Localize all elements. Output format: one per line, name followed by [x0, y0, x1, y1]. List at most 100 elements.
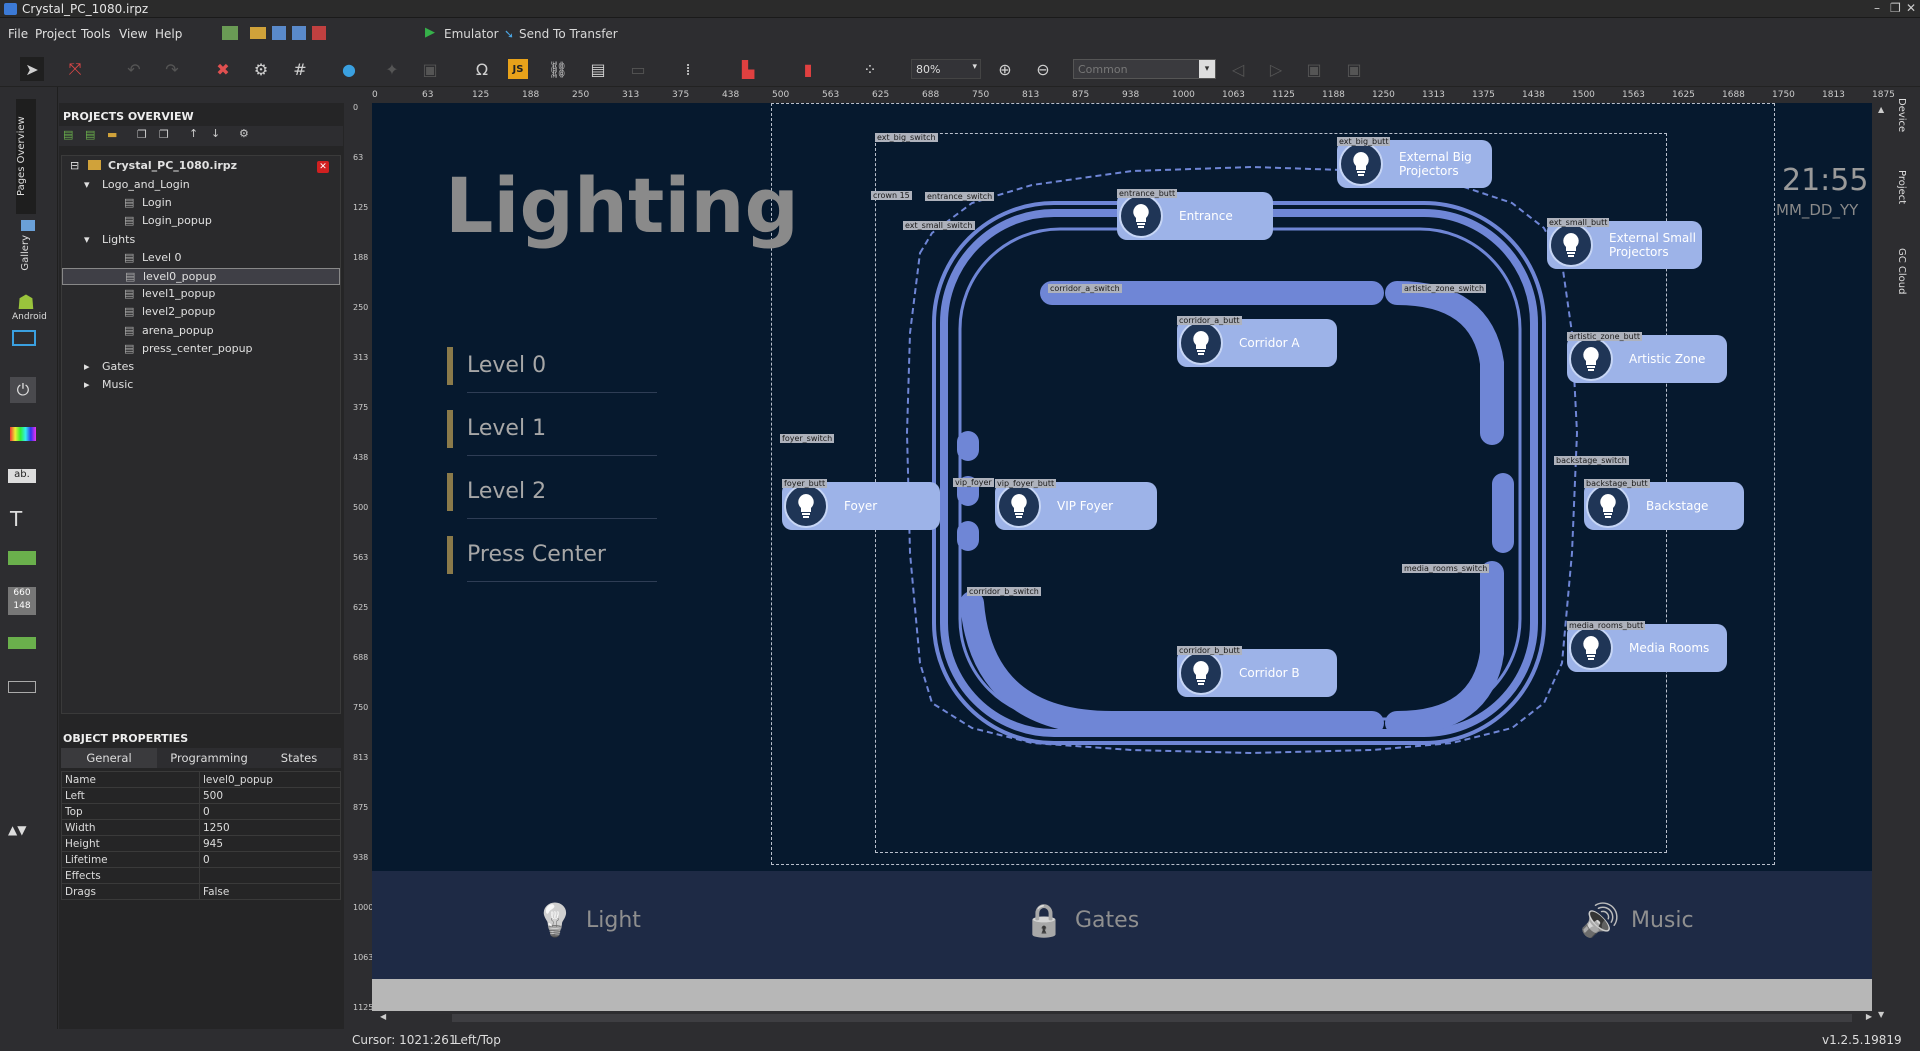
- group-icon[interactable]: ▣: [1302, 57, 1326, 81]
- light-button[interactable]: Corridor B: [1177, 649, 1337, 697]
- level-item[interactable]: Level 0: [467, 353, 546, 378]
- power-icon[interactable]: ⏻: [10, 377, 36, 403]
- tree-item[interactable]: ▤ Login_popup: [62, 213, 340, 230]
- arrows-icon[interactable]: ▲▼: [8, 823, 26, 837]
- copy-icon[interactable]: ❐: [137, 128, 147, 141]
- zoom-in-icon[interactable]: ⊕: [993, 57, 1017, 81]
- component-icon[interactable]: ✦: [380, 57, 404, 81]
- tree-item[interactable]: ▤ level2_popup: [62, 304, 340, 321]
- tab-gallery[interactable]: Gallery: [20, 235, 31, 271]
- multi-select-icon[interactable]: ⤧: [63, 57, 87, 81]
- menu-view[interactable]: View: [119, 27, 147, 41]
- globe-icon[interactable]: ●: [337, 57, 361, 81]
- tree-item[interactable]: ▤ press_center_popup: [62, 341, 340, 358]
- color-picker-icon[interactable]: [10, 427, 36, 441]
- zoom-out-icon[interactable]: ⊖: [1031, 57, 1055, 81]
- prop-value[interactable]: 0: [199, 851, 341, 868]
- menu-tools[interactable]: Tools: [81, 27, 111, 41]
- settings-icon[interactable]: ⚙: [249, 57, 273, 81]
- nav-item[interactable]: 💡 Light: [535, 895, 641, 945]
- tab-android[interactable]: Android: [12, 312, 47, 322]
- light-button[interactable]: External Small Projectors: [1547, 221, 1702, 269]
- js-icon[interactable]: JS: [508, 59, 528, 79]
- tree-item[interactable]: ▤ level1_popup: [62, 286, 340, 303]
- menu-file[interactable]: File: [8, 27, 28, 41]
- add-popup-icon[interactable]: ▤: [85, 128, 95, 141]
- prev-state-icon[interactable]: ◁: [1226, 57, 1250, 81]
- close-project-icon[interactable]: ✕: [317, 161, 329, 173]
- prop-value[interactable]: 0: [199, 803, 341, 820]
- link-icon[interactable]: ⛓: [546, 57, 570, 81]
- tab-pages-overview[interactable]: Pages Overview: [16, 99, 36, 214]
- move-up-icon[interactable]: ↑: [189, 127, 198, 140]
- light-button[interactable]: Artistic Zone: [1567, 335, 1727, 383]
- prop-value[interactable]: 500: [199, 787, 341, 804]
- redo-icon[interactable]: ↷: [160, 57, 184, 81]
- horizontal-scrollbar[interactable]: ◀ ▶: [372, 1011, 1876, 1025]
- number-widget-icon[interactable]: 660 148: [8, 587, 36, 615]
- level-item[interactable]: Level 2: [467, 479, 546, 504]
- tab-states[interactable]: States: [257, 748, 341, 768]
- list-icon[interactable]: [8, 637, 36, 649]
- tree-item[interactable]: ▾ Lights: [62, 232, 340, 249]
- tree-collapse-icon[interactable]: ⊟: [70, 159, 79, 172]
- open-icon[interactable]: [250, 27, 266, 39]
- minimize-button[interactable]: –: [1874, 1, 1880, 15]
- ungroup-icon[interactable]: ▣: [1342, 57, 1366, 81]
- new-project-icon[interactable]: [222, 26, 238, 40]
- text-field-icon[interactable]: ab.: [8, 469, 36, 483]
- close-button[interactable]: ✕: [1906, 1, 1916, 15]
- style-select[interactable]: Common ▾: [1073, 59, 1216, 79]
- panel-widget-icon[interactable]: [12, 330, 36, 346]
- distribute-icon[interactable]: ▮: [796, 57, 820, 81]
- maximize-button[interactable]: ❐: [1890, 1, 1901, 15]
- level-item[interactable]: Press Center: [467, 542, 606, 567]
- tab-general[interactable]: General: [61, 748, 157, 768]
- send-to-transfer-button[interactable]: Send To Transfer: [519, 27, 618, 41]
- tree-item[interactable]: ▾ Logo_and_Login: [62, 177, 340, 194]
- tab-project[interactable]: Project: [1896, 170, 1907, 204]
- tree-item[interactable]: ▤ Level 0: [62, 250, 340, 267]
- slider-icon[interactable]: [8, 681, 36, 693]
- add-folder-icon[interactable]: ▬: [107, 128, 117, 141]
- light-button[interactable]: Entrance: [1117, 192, 1273, 240]
- align-grid-icon[interactable]: ⁞: [676, 57, 700, 81]
- select-tool-icon[interactable]: ➤: [20, 57, 44, 81]
- prop-value[interactable]: 945: [199, 835, 341, 852]
- image-icon[interactable]: [8, 551, 36, 565]
- light-button[interactable]: External Big Projectors: [1337, 140, 1492, 188]
- paste-icon[interactable]: ❐: [159, 128, 169, 141]
- prop-value[interactable]: [199, 867, 341, 884]
- frame-icon[interactable]: ▭: [626, 57, 650, 81]
- tab-gc-cloud[interactable]: GC Cloud: [1896, 248, 1907, 294]
- play-icon[interactable]: ▶: [425, 25, 435, 40]
- tree-item[interactable]: ▤ level0_popup: [62, 268, 340, 285]
- tab-device[interactable]: Device: [1896, 98, 1907, 132]
- text-icon[interactable]: T: [10, 507, 22, 531]
- emulator-button[interactable]: Emulator: [444, 27, 499, 41]
- tab-programming[interactable]: Programming: [161, 748, 257, 768]
- menu-help[interactable]: Help: [155, 27, 182, 41]
- prop-value[interactable]: level0_popup: [199, 771, 341, 788]
- tree-item[interactable]: ▸ Music: [62, 377, 340, 394]
- cube-icon[interactable]: ▣: [418, 57, 442, 81]
- zoom-select[interactable]: 80% ▾: [911, 59, 981, 79]
- next-state-icon[interactable]: ▷: [1264, 57, 1288, 81]
- level-item[interactable]: Level 1: [467, 416, 546, 441]
- save-icon[interactable]: [272, 26, 286, 40]
- nav-item[interactable]: 🔊 Music: [1580, 895, 1694, 945]
- vertical-scrollbar[interactable]: ▲ ▼: [1876, 103, 1888, 1021]
- light-button[interactable]: Backstage: [1584, 482, 1744, 530]
- light-button[interactable]: Corridor A: [1177, 319, 1337, 367]
- move-down-icon[interactable]: ↓: [211, 127, 220, 140]
- light-button[interactable]: Media Rooms: [1567, 624, 1727, 672]
- close-project-icon[interactable]: [312, 26, 326, 40]
- light-button[interactable]: VIP Foyer: [995, 482, 1157, 530]
- add-page-icon[interactable]: ▤: [63, 128, 73, 141]
- gear-icon[interactable]: ⚙: [239, 127, 249, 140]
- undo-icon[interactable]: ↶: [122, 57, 146, 81]
- design-canvas[interactable]: Lighting 21:55 MM_DD_YY Level 0 Level 1 Le…: [372, 103, 1872, 1021]
- gallery-icon[interactable]: [21, 220, 35, 231]
- tree-item[interactable]: ▤ arena_popup: [62, 323, 340, 340]
- align-left-icon[interactable]: ▙: [736, 57, 760, 81]
